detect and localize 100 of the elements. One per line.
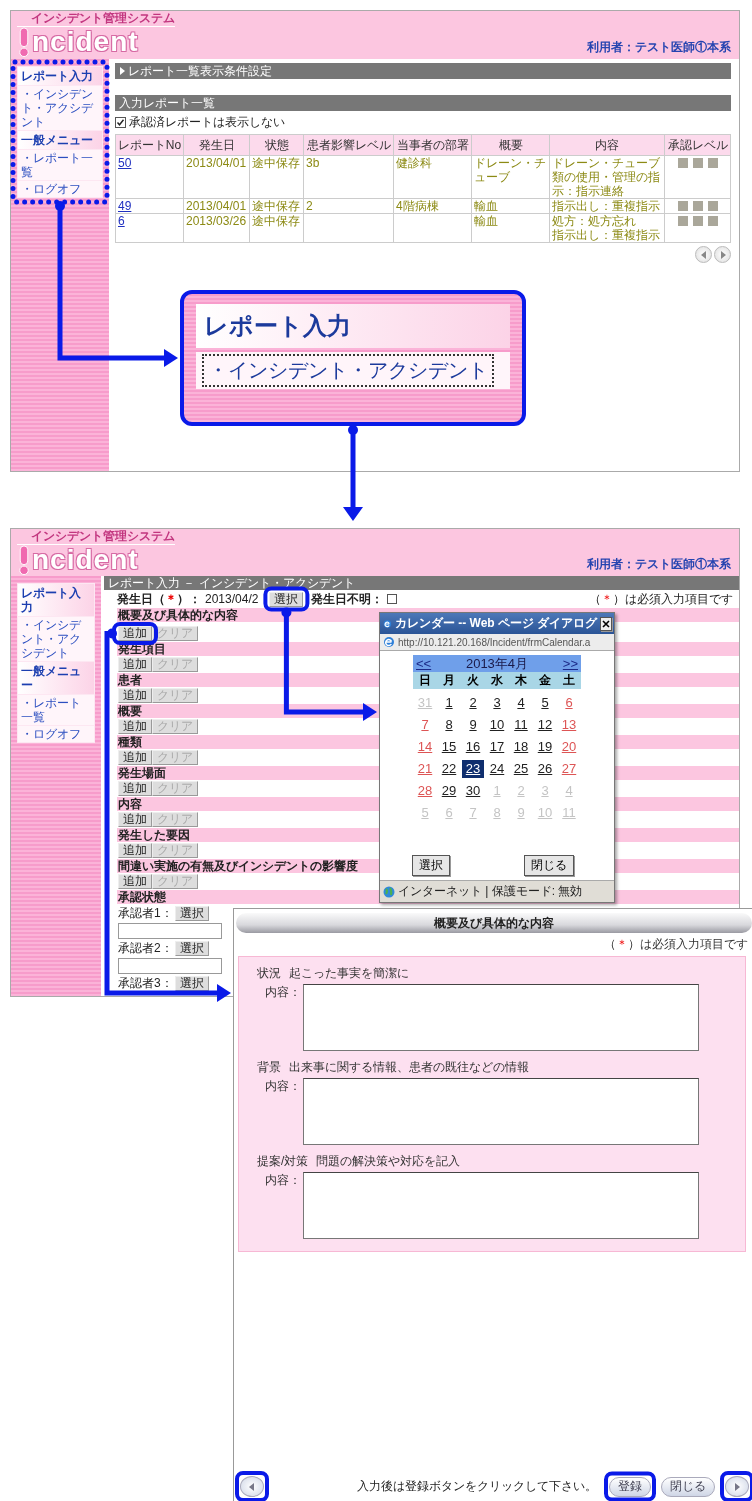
calendar-day[interactable]: 29 (438, 782, 460, 800)
user-name: 利用者：テスト医師①本系 (587, 39, 731, 56)
table-cell: 輸血 (471, 213, 550, 243)
field-hint: 問題の解決策や対応を記入 (316, 1153, 461, 1170)
report-link[interactable]: 6 (118, 214, 125, 228)
calendar-day[interactable]: 23 (462, 760, 484, 778)
report-link[interactable]: 50 (118, 156, 132, 170)
report-link[interactable]: 49 (118, 199, 132, 213)
section-title-bar: 入力レポート一覧 (115, 95, 731, 111)
table-cell: 輸血 (471, 198, 550, 214)
approver-label: 承認者1： (118, 905, 173, 922)
month-title: 2013年4月 (465, 654, 529, 673)
column-header: 概要 (471, 134, 550, 156)
field-title: 状況 (257, 965, 281, 982)
table-cell: 2013/03/26 (183, 213, 250, 243)
table-cell: 健診科 (393, 155, 472, 199)
field-label: 内容： (265, 984, 301, 1001)
table-cell: 4階病棟 (393, 198, 472, 214)
field-hint: 出来事に関する情報、患者の既往などの情報 (289, 1059, 529, 1076)
table-cell: 途中保存 (249, 155, 304, 199)
required-note: （＊）は必須入力項目です (604, 936, 748, 953)
menu-link[interactable]: ・レポート一覧 (18, 150, 102, 180)
add-button[interactable]: 追加 (118, 719, 152, 734)
column-header: 承認レベル (664, 134, 731, 156)
menu-link[interactable]: ・インシデント・アクシデント (18, 617, 94, 661)
cell-text: ドレーン・チューブ類の使用・管理の指示：指示連絡 (552, 156, 661, 198)
table-cell: 3b (303, 155, 394, 199)
checkbox-label: 承認済レポートは表示しない (129, 114, 285, 131)
select-button[interactable]: 選択 (174, 906, 209, 921)
table-cell: 2013/04/01 (183, 198, 250, 214)
calendar-day[interactable]: 30 (462, 782, 484, 800)
add-button[interactable]: 追加 (118, 843, 152, 858)
logo-text: ncident (32, 545, 139, 575)
required-note: （＊）は必須入力項目です (589, 590, 733, 608)
menu-link[interactable]: ・ログオフ (18, 181, 102, 197)
table-cell: 途中保存 (249, 198, 304, 214)
select-button[interactable]: 選択 (174, 976, 209, 991)
approver-label: 承認者3： (118, 975, 173, 992)
field-label: 内容： (265, 1078, 301, 1095)
add-button[interactable]: 追加 (118, 688, 152, 703)
user-name: 利用者：テスト医師①本系 (587, 556, 731, 573)
field-title: 背景 (257, 1059, 281, 1076)
calendar-day[interactable]: 7 (414, 716, 436, 734)
table-cell: 2013/04/01 (183, 155, 250, 199)
add-button[interactable]: 追加 (118, 812, 152, 827)
system-subtitle: インシデント管理システム (17, 530, 175, 545)
field-title: 提案/対策 (257, 1153, 309, 1170)
calendar-day[interactable]: 8 (438, 716, 460, 734)
weekday-header: 日 月 火 水 木 金 土 (413, 672, 581, 689)
menu-heading: レポート入力 (18, 584, 94, 616)
previous-month-link[interactable]: << (416, 656, 432, 671)
menu-heading: 一般メニュー (18, 131, 102, 149)
add-button[interactable]: 追加 (118, 750, 152, 765)
select-button[interactable]: 選択 (412, 855, 450, 876)
approver-label: 承認者2： (118, 940, 173, 957)
column-header: レポートNo (115, 134, 184, 156)
register-button[interactable]: 登録 (609, 1476, 651, 1497)
add-button[interactable]: 追加 (118, 626, 152, 641)
select-button[interactable]: 選択 (174, 941, 209, 956)
dialog-title-bar: 概要及び具体的な内容 (236, 913, 752, 933)
system-subtitle: インシデント管理システム (17, 12, 175, 27)
close-button[interactable]: 閉じる (661, 1476, 715, 1497)
add-button[interactable]: 追加 (118, 781, 152, 796)
field-label: 内容： (265, 1172, 301, 1189)
cell-text: 指示出し：重複指示 (552, 228, 661, 242)
calendar-day[interactable]: 12 (534, 716, 556, 734)
next-month-link[interactable]: >> (562, 656, 578, 671)
cell-text: 処方：処方忘れ (552, 214, 637, 228)
menu-heading: レポート入力 (18, 67, 102, 85)
field-hint: 起こった事実を簡潔に (289, 965, 409, 982)
add-button[interactable]: 追加 (118, 657, 152, 672)
checkbox-label: 発生日不明： (311, 590, 384, 608)
date-label: 発生日（＊）： (117, 590, 201, 608)
section-bar-title: レポート一覧表示条件設定 (128, 62, 272, 80)
cell-text: 指示出し：重複指示 (552, 199, 661, 213)
menu-link[interactable]: ・ログオフ (18, 726, 94, 742)
column-header: 当事者の部署 (393, 134, 472, 156)
table-cell: 途中保存 (249, 213, 304, 243)
menu-link[interactable]: ・レポート一覧 (18, 695, 94, 725)
table-cell: 2 (303, 198, 394, 214)
select-button[interactable]: 選択 (269, 591, 304, 607)
date-value: 2013/04/2 (205, 592, 259, 606)
close-button[interactable]: 閉じる (524, 855, 574, 876)
calendar-day[interactable]: 13 (558, 716, 580, 734)
calendar-day[interactable]: 10 (486, 716, 508, 734)
logo-text: ncident (32, 27, 139, 57)
menu-link[interactable]: ・インシデント・アクシデント (18, 86, 102, 130)
calendar-day[interactable]: 9 (462, 716, 484, 734)
column-header: 発生日 (183, 134, 250, 156)
menu-link[interactable]: ・インシデント・アクシデント (202, 354, 494, 387)
table-cell: ドレーン・チューブ (471, 155, 550, 199)
calendar-day[interactable]: 28 (414, 782, 436, 800)
menu-heading: 一般メニュー (18, 662, 94, 694)
add-button[interactable]: 追加 (118, 874, 152, 889)
column-header: 内容 (549, 134, 665, 156)
column-header: 患者影響レベル (303, 134, 394, 156)
menu-heading: レポート入力 (196, 304, 510, 348)
calendar-day[interactable]: 11 (510, 716, 532, 734)
column-header: 状態 (249, 134, 304, 156)
instruction-text: 入力後は登録ボタンをクリックして下さい。 (357, 1478, 597, 1495)
